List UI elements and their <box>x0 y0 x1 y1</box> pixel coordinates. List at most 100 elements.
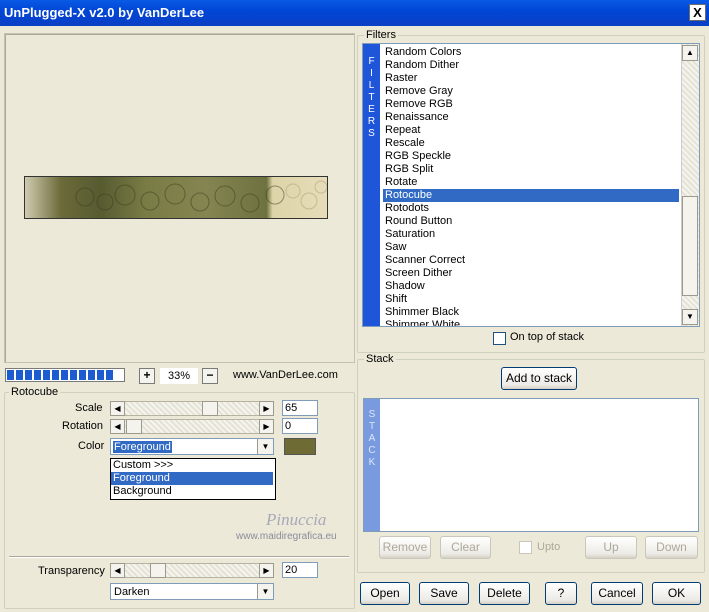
color-swatch[interactable] <box>284 438 316 455</box>
ok-button[interactable]: OK <box>652 582 701 605</box>
blend-mode-value: Darken <box>114 586 150 598</box>
transparency-slider-thumb[interactable] <box>150 563 166 578</box>
filter-item[interactable]: Remove RGB <box>383 98 679 111</box>
watermark-name: Pinuccia <box>266 510 327 529</box>
vertical-letter: S <box>368 128 375 139</box>
vertical-letter: I <box>370 68 373 79</box>
stack-vertical-label: STACK <box>364 399 380 531</box>
filter-item[interactable]: Shadow <box>383 280 679 293</box>
color-combo-value: Foreground <box>113 441 172 453</box>
filter-item[interactable]: RGB Split <box>383 163 679 176</box>
filters-list[interactable]: FILTERS Random Colors Random Dither Raster… <box>362 43 700 327</box>
rotation-right-arrow-icon[interactable]: ▶ <box>259 419 274 434</box>
dropdown-option-custom[interactable]: Custom >>> <box>111 459 273 472</box>
filter-item[interactable]: Rotate <box>383 176 679 189</box>
scale-slider-thumb[interactable] <box>202 401 218 416</box>
help-button[interactable]: ? <box>545 582 577 605</box>
filter-item[interactable]: Rescale <box>383 137 679 150</box>
filter-item[interactable]: Shimmer Black <box>383 306 679 319</box>
save-button[interactable]: Save <box>419 582 469 605</box>
remove-button[interactable]: Remove <box>379 536 431 559</box>
filter-item[interactable]: Scanner Correct <box>383 254 679 267</box>
upto-label: Upto <box>537 541 561 553</box>
chevron-down-icon[interactable]: ▼ <box>257 584 273 599</box>
rotation-input[interactable]: 0 <box>282 418 318 434</box>
vertical-letter: L <box>368 80 375 91</box>
scale-slider[interactable] <box>110 401 274 416</box>
delete-button[interactable]: Delete <box>479 582 530 605</box>
clear-button[interactable]: Clear <box>440 536 491 559</box>
blend-mode-combo[interactable]: Darken ▼ <box>110 583 274 600</box>
transparency-label: Transparency <box>38 565 105 577</box>
zoom-level: 33% <box>160 368 198 384</box>
scroll-down-icon[interactable]: ▼ <box>682 309 698 325</box>
zoom-out-button[interactable]: − <box>202 368 218 384</box>
filter-item[interactable]: Rotodots <box>383 202 679 215</box>
progress-segment <box>7 370 14 380</box>
vertical-letter: T <box>368 92 375 103</box>
filter-item[interactable]: Shimmer White <box>383 319 679 326</box>
website-link[interactable]: www.VanDerLee.com <box>233 369 338 381</box>
vertical-letter: A <box>368 433 376 444</box>
filter-item[interactable]: Saturation <box>383 228 679 241</box>
upto-checkbox[interactable] <box>519 541 532 554</box>
up-button[interactable]: Up <box>585 536 637 559</box>
transparency-slider[interactable] <box>110 563 274 578</box>
preview-image[interactable] <box>24 176 328 219</box>
scale-left-arrow-icon[interactable]: ◀ <box>110 401 125 416</box>
filter-item[interactable]: Screen Dither <box>383 267 679 280</box>
add-to-stack-button[interactable]: Add to stack <box>501 367 577 390</box>
filter-item[interactable]: Saw <box>383 241 679 254</box>
stack-list[interactable]: STACK <box>363 398 699 532</box>
progress-segment <box>88 370 95 380</box>
filter-item[interactable]: Remove Gray <box>383 85 679 98</box>
scroll-up-icon[interactable]: ▲ <box>682 45 698 61</box>
rotation-left-arrow-icon[interactable]: ◀ <box>110 419 125 434</box>
stack-group-title: Stack <box>364 353 396 365</box>
vertical-letter: R <box>367 116 376 127</box>
on-top-of-stack-checkbox[interactable] <box>493 332 506 345</box>
filter-item[interactable]: Random Colors <box>383 46 679 59</box>
progress-segment <box>61 370 68 380</box>
filter-item[interactable]: Round Button <box>383 215 679 228</box>
progress-segment <box>70 370 77 380</box>
filters-group-title: Filters <box>364 29 398 41</box>
progress-bar <box>5 368 125 382</box>
down-button[interactable]: Down <box>645 536 698 559</box>
filter-item[interactable]: Raster <box>383 72 679 85</box>
dropdown-option-foreground[interactable]: Foreground <box>111 472 273 485</box>
transparency-right-arrow-icon[interactable]: ▶ <box>259 563 274 578</box>
chevron-down-icon[interactable]: ▼ <box>257 439 273 454</box>
progress-segment <box>106 370 113 380</box>
filter-item[interactable]: Shift <box>383 293 679 306</box>
progress-segment <box>16 370 23 380</box>
filter-item[interactable]: Rotocube <box>383 189 679 202</box>
texture-pattern <box>75 180 327 213</box>
zoom-in-button[interactable]: + <box>139 368 155 384</box>
vertical-letter: S <box>368 409 376 420</box>
cancel-button[interactable]: Cancel <box>591 582 643 605</box>
open-button[interactable]: Open <box>360 582 410 605</box>
transparency-input[interactable]: 20 <box>282 562 318 578</box>
scrollbar-thumb[interactable] <box>682 196 698 296</box>
progress-segment <box>97 370 104 380</box>
filters-scrollbar[interactable]: ▲ ▼ <box>681 44 699 326</box>
color-combo[interactable]: Foreground ▼ <box>110 438 274 455</box>
close-button[interactable]: X <box>689 4 706 21</box>
filter-item[interactable]: Random Dither <box>383 59 679 72</box>
parameters-group-title: Rotocube <box>9 386 61 398</box>
divider <box>9 556 349 558</box>
watermark-url: www.maidiregrafica.eu <box>236 531 337 542</box>
progress-segment <box>34 370 41 380</box>
scale-right-arrow-icon[interactable]: ▶ <box>259 401 274 416</box>
scale-input[interactable]: 65 <box>282 400 318 416</box>
rotation-label: Rotation <box>62 420 103 432</box>
vertical-letter: E <box>368 104 375 115</box>
filter-item[interactable]: RGB Speckle <box>383 150 679 163</box>
dropdown-option-background[interactable]: Background <box>111 485 273 498</box>
transparency-left-arrow-icon[interactable]: ◀ <box>110 563 125 578</box>
filter-item[interactable]: Renaissance <box>383 111 679 124</box>
rotation-slider-thumb[interactable] <box>126 419 142 434</box>
filter-item[interactable]: Repeat <box>383 124 679 137</box>
vertical-letter: T <box>368 421 376 432</box>
